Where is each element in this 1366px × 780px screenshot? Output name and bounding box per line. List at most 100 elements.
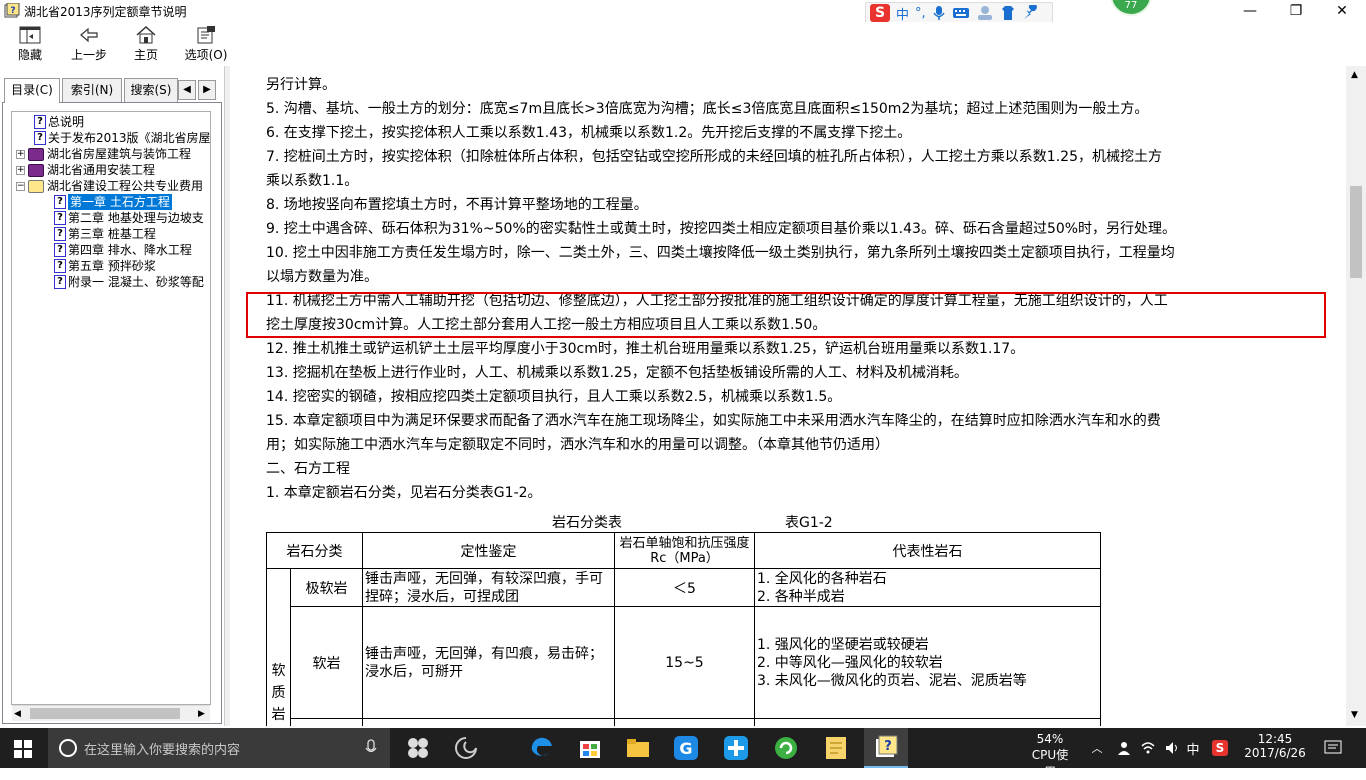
keyboard-icon[interactable] <box>952 6 970 20</box>
topic-content: 另行计算。 5. 沟槽、基坑、一般土方的划分：底宽≤7m且底长>3倍底宽为沟槽；底… <box>232 66 1346 726</box>
minimize-button[interactable]: — <box>1227 0 1273 22</box>
task-view-icon[interactable] <box>404 734 432 762</box>
file-explorer-icon[interactable] <box>624 734 652 762</box>
table-header: 岩石单轴饱和抗压强度Rc（MPa） <box>614 532 755 569</box>
volume-icon[interactable] <box>1164 740 1180 756</box>
tree-item[interactable]: ? 第一章 土石方工程 <box>54 194 172 210</box>
people-tray-icon[interactable] <box>1116 740 1132 756</box>
tree-item[interactable]: + 湖北省通用安装工程 <box>16 162 155 178</box>
vscroll-thumb[interactable] <box>1350 186 1362 278</box>
tree-item[interactable]: ? 第四章 排水、降水工程 <box>54 242 192 258</box>
tree-item[interactable]: ? 第二章 地基处理与边坡支 <box>54 210 204 226</box>
tree-item[interactable]: + 湖北省房屋建筑与装饰工程 <box>16 146 191 162</box>
action-center-icon[interactable] <box>1324 740 1342 756</box>
ime-toolbar[interactable]: S 中 °, <box>865 2 1053 24</box>
cpu-meter[interactable]: 54% CPU使用 <box>1030 728 1070 779</box>
ime-language[interactable]: 中 <box>896 4 909 23</box>
table-header: 岩石分类 <box>266 532 363 569</box>
rock-classification-table: 岩石分类 定性鉴定 岩石单轴饱和抗压强度Rc（MPa） 代表性岩石 软质岩 极软… <box>266 532 1101 726</box>
window-title: 湖北省2013序列定额章节说明 <box>24 5 187 19</box>
rocks-cell: 1. 全风化的各种岩石 2. 各种半成岩 <box>754 568 1101 607</box>
tree-horizontal-scrollbar[interactable]: ◀ ▶ <box>12 705 210 721</box>
refresh-app-icon[interactable] <box>772 734 800 762</box>
expand-icon[interactable]: + <box>16 149 25 159</box>
scroll-left-icon[interactable]: ◀ <box>14 709 21 719</box>
restore-button[interactable]: ❐ <box>1273 0 1319 22</box>
options-icon <box>197 26 215 44</box>
wrench-icon[interactable] <box>1022 5 1038 21</box>
pane-splitter[interactable] <box>224 66 230 726</box>
options-button[interactable]: 选项(O) <box>180 24 232 64</box>
notification-badge[interactable]: 77 <box>1110 0 1152 16</box>
content-line: 9. 挖土中遇含碎、砾石体积为31%~50%的密实黏性土或黄土时，按挖四类土相应… <box>266 221 1177 237</box>
svg-text:G: G <box>679 739 692 758</box>
scroll-down-icon[interactable]: ▼ <box>1351 710 1358 720</box>
collapse-icon[interactable]: − <box>16 181 25 191</box>
help-file-icon: ? <box>876 735 898 757</box>
back-button[interactable]: 上一步 <box>64 24 114 64</box>
tab-search[interactable]: 搜索(S) <box>124 78 178 102</box>
tree-item-label: 附录一 混凝土、砂浆等配 <box>68 275 204 289</box>
store-icon[interactable] <box>576 734 604 762</box>
scroll-up-icon[interactable]: ▲ <box>1351 70 1358 80</box>
back-label: 上一步 <box>70 48 107 62</box>
tab-index[interactable]: 索引(N) <box>62 78 122 102</box>
expand-icon[interactable]: + <box>16 165 25 175</box>
empty-cell <box>362 718 615 726</box>
home-icon <box>136 26 156 44</box>
svg-text:?: ? <box>884 739 892 754</box>
wifi-icon[interactable] <box>1140 740 1156 756</box>
app-swirl-icon[interactable] <box>452 734 480 762</box>
help-page-icon: ? <box>54 275 66 289</box>
scroll-right-icon[interactable]: ▶ <box>198 709 205 719</box>
hide-button[interactable]: 隐藏 <box>8 24 52 64</box>
contents-panel: ? 总说明? 关于发布2013版《湖北省房屋 + 湖北省房屋建筑与装饰工程 + 湖北省通用安… <box>2 102 222 724</box>
microphone-icon[interactable] <box>364 739 378 757</box>
sogou-tray-icon[interactable]: S <box>1212 740 1228 756</box>
input-language[interactable]: 中 <box>1184 739 1202 779</box>
tray-chevron-icon[interactable]: ︿ <box>1090 740 1104 755</box>
plus-app-icon[interactable] <box>722 734 750 762</box>
sogou-logo[interactable]: S <box>870 4 890 22</box>
notes-app-icon[interactable] <box>822 734 850 762</box>
edge-browser-icon[interactable] <box>528 734 556 762</box>
close-button[interactable]: ✕ <box>1319 0 1365 22</box>
help-file-icon: ? <box>4 3 20 18</box>
clock[interactable]: 12:45 2017/6/26 <box>1240 728 1310 768</box>
group-label: 软质岩 <box>269 660 288 726</box>
tree-item[interactable]: ? 第三章 桩基工程 <box>54 226 156 242</box>
home-button[interactable]: 主页 <box>124 24 168 64</box>
person-icon[interactable] <box>976 5 994 21</box>
red-highlight-box <box>246 292 1326 338</box>
content-vertical-scrollbar[interactable]: ▲ ▼ <box>1346 66 1366 726</box>
tree-item-label: 第五章 预拌砂浆 <box>68 259 156 273</box>
shirt-icon[interactable] <box>1000 5 1016 21</box>
content-line: 另行计算。 <box>266 77 336 93</box>
tree-item-label: 第一章 土石方工程 <box>68 194 172 210</box>
tree-item[interactable]: ? 关于发布2013版《湖北省房屋 <box>34 130 210 146</box>
tabs-prev-button[interactable]: ◀ <box>178 80 196 100</box>
tree-item-label: 第三章 桩基工程 <box>68 227 156 241</box>
tree-item[interactable]: ? 总说明 <box>34 114 84 130</box>
mic-icon[interactable] <box>932 5 946 21</box>
contents-tree[interactable]: ? 总说明? 关于发布2013版《湖北省房屋 + 湖北省房屋建筑与装饰工程 + 湖北省通用安… <box>11 111 211 705</box>
g-app-icon[interactable]: G <box>672 734 700 762</box>
nav-tabs: 目录(C) 索引(N) 搜索(S) ◀ ▶ <box>0 78 222 103</box>
ime-punctuation[interactable]: °, <box>915 6 926 21</box>
tab-contents[interactable]: 目录(C) <box>4 78 60 103</box>
rock-item: 2. 中等风化—强风化的较软岩 <box>757 654 943 671</box>
tree-item[interactable]: ? 第五章 预拌砂浆 <box>54 258 156 274</box>
group-char: 质 <box>271 685 286 701</box>
rock-item: 2. 各种半成岩 <box>757 588 845 605</box>
tabs-next-button[interactable]: ▶ <box>198 80 216 100</box>
tree-item[interactable]: ? 附录一 混凝土、砂浆等配 <box>54 274 204 290</box>
help-page-icon: ? <box>54 211 66 225</box>
windows-start-icon[interactable] <box>14 740 32 758</box>
tree-hscroll-thumb[interactable] <box>30 708 180 719</box>
taskbar-search-box[interactable]: 在这里输入你要搜索的内容 <box>48 728 390 768</box>
class-cell: 极软岩 <box>290 568 363 607</box>
table-header: 定性鉴定 <box>362 532 615 569</box>
tree-item[interactable]: − 湖北省建设工程公共专业费用 <box>16 178 203 194</box>
active-help-task[interactable]: ? <box>864 728 908 768</box>
help-page-icon: ? <box>54 243 66 257</box>
